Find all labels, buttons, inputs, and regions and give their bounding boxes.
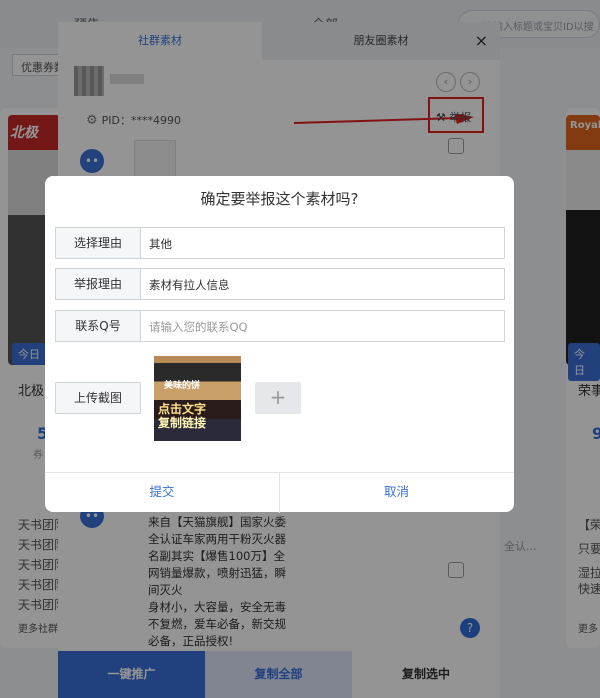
reason-text-row: 举报理由 素材有拉人信息: [55, 268, 505, 300]
reason-select-label: 选择理由: [55, 227, 141, 259]
thumb-caption-3: 复制链接: [158, 416, 207, 430]
reason-select[interactable]: 其他: [141, 227, 505, 259]
qq-row: 联系Q号 请输入您的联系QQ: [55, 310, 505, 342]
cancel-button[interactable]: 取消: [279, 473, 513, 513]
upload-screenshot-button[interactable]: 上传截图: [55, 382, 141, 414]
reason-input[interactable]: 素材有拉人信息: [141, 268, 505, 300]
submit-button[interactable]: 提交: [45, 473, 279, 513]
report-dialog: 确定要举报这个素材吗? 选择理由 其他 举报理由 素材有拉人信息 联系Q号 请输…: [45, 176, 514, 513]
reason-label: 举报理由: [55, 268, 141, 300]
uploaded-screenshot-thumbnail[interactable]: 美味的饼 点击文字 复制链接: [154, 356, 241, 441]
add-screenshot-button[interactable]: +: [255, 382, 301, 414]
thumb-caption-1: 美味的饼: [164, 381, 201, 391]
reason-select-row: 选择理由 其他: [55, 227, 505, 259]
dialog-title: 确定要举报这个素材吗?: [200, 190, 359, 208]
qq-input[interactable]: 请输入您的联系QQ: [141, 310, 505, 342]
qq-label: 联系Q号: [55, 310, 141, 342]
dialog-footer: 提交 取消: [45, 472, 514, 513]
